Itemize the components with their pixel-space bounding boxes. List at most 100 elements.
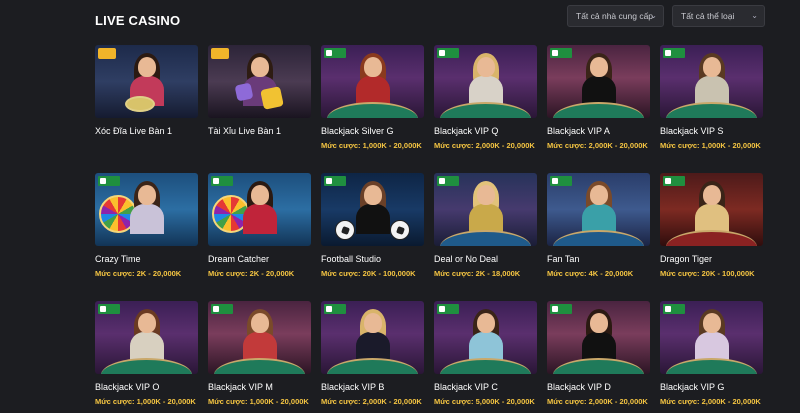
game-title[interactable]: Blackjack VIP S (660, 126, 763, 136)
game-thumbnail[interactable] (660, 301, 763, 374)
game-card[interactable]: Blackjack VIP M Mức cược: 1,000K - 20,000… (208, 301, 311, 406)
game-thumbnail[interactable] (434, 301, 537, 374)
table-felt (440, 358, 531, 374)
game-title[interactable]: Tài Xỉu Live Bàn 1 (208, 126, 311, 136)
table-felt (666, 230, 757, 246)
table-felt (327, 102, 418, 118)
game-title[interactable]: Blackjack VIP M (208, 382, 311, 392)
game-thumbnail[interactable] (547, 173, 650, 246)
game-title[interactable]: Blackjack VIP A (547, 126, 650, 136)
provider-filter-select[interactable]: Tất cả nhà cung cấp ⌄ (567, 5, 664, 27)
provider-logo-icon (663, 48, 685, 58)
dealer-head (364, 313, 382, 333)
game-thumbnail[interactable] (434, 173, 537, 246)
bet-range: Mức cược: 5,000K - 20,000K (434, 397, 535, 406)
game-card[interactable]: Crazy Time Mức cược: 2K - 20,000K (95, 173, 198, 278)
dealer-head (703, 57, 721, 77)
plate-icon (125, 96, 155, 112)
game-thumbnail[interactable] (660, 173, 763, 246)
dealer-head (703, 313, 721, 333)
provider-logo-icon (324, 304, 346, 314)
table-felt (214, 358, 305, 374)
game-thumbnail[interactable] (208, 173, 311, 246)
game-thumbnail[interactable] (95, 301, 198, 374)
game-thumbnail[interactable] (321, 173, 424, 246)
bet-range: Mức cược: 2,000K - 20,000K (547, 397, 648, 406)
game-thumbnail[interactable] (547, 45, 650, 118)
game-card[interactable]: Blackjack VIP O Mức cược: 1,000K - 20,000… (95, 301, 198, 406)
dealer-head (138, 313, 156, 333)
category-filter-select[interactable]: Tất cả thể loại ⌄ (672, 5, 765, 27)
game-card[interactable]: Blackjack VIP D Mức cược: 2,000K - 20,000… (547, 301, 650, 406)
dice-icon (234, 82, 254, 102)
game-card[interactable]: Blackjack VIP C Mức cược: 5,000K - 20,000… (434, 301, 537, 406)
game-title[interactable]: Crazy Time (95, 254, 198, 264)
page-title: LIVE CASINO (95, 13, 181, 28)
game-title[interactable]: Xóc Đĩa Live Bàn 1 (95, 126, 198, 136)
game-thumbnail[interactable] (321, 45, 424, 118)
game-title[interactable]: Blackjack VIP D (547, 382, 650, 392)
table-felt (553, 358, 644, 374)
game-title[interactable]: Blackjack VIP Q (434, 126, 537, 136)
game-card[interactable]: Deal or No Deal Mức cược: 2K - 18,000K (434, 173, 537, 278)
table-felt (440, 230, 531, 246)
game-thumbnail[interactable] (547, 301, 650, 374)
bet-range: Mức cược: 2K - 20,000K (208, 269, 295, 278)
game-thumbnail[interactable] (321, 301, 424, 374)
provider-logo-icon (550, 176, 572, 186)
provider-logo-icon (550, 304, 572, 314)
game-title[interactable]: Blackjack VIP G (660, 382, 763, 392)
game-card[interactable]: Xóc Đĩa Live Bàn 1 (95, 45, 198, 149)
game-title[interactable]: Blackjack VIP B (321, 382, 424, 392)
game-thumbnail[interactable] (208, 301, 311, 374)
table-felt (101, 358, 192, 374)
game-thumbnail[interactable] (434, 45, 537, 118)
dealer-head (138, 185, 156, 205)
game-card[interactable]: Dream Catcher Mức cược: 2K - 20,000K (208, 173, 311, 278)
bet-range: Mức cược: 1,000K - 20,000K (321, 141, 422, 150)
game-card[interactable]: Fan Tan Mức cược: 4K - 20,000K (547, 173, 650, 278)
game-title[interactable]: Fan Tan (547, 254, 650, 264)
game-title[interactable]: Dragon Tiger (660, 254, 763, 264)
hot-badge-icon (211, 48, 229, 59)
game-card[interactable]: Blackjack VIP A Mức cược: 2,000K - 20,000… (547, 45, 650, 150)
dealer-body (243, 204, 277, 234)
game-card[interactable]: Football Studio Mức cược: 20K - 100,000K (321, 173, 424, 278)
game-card[interactable]: Blackjack VIP G Mức cược: 2,000K - 20,000… (660, 301, 763, 406)
table-felt (666, 358, 757, 374)
bet-range: Mức cược: 20K - 100,000K (321, 269, 416, 278)
dealer-head (251, 313, 269, 333)
game-title[interactable]: Deal or No Deal (434, 254, 537, 264)
game-card[interactable]: Dragon Tiger Mức cược: 20K - 100,000K (660, 173, 763, 278)
game-title[interactable]: Dream Catcher (208, 254, 311, 264)
bet-range: Mức cược: 2,000K - 20,000K (434, 141, 535, 150)
game-title[interactable]: Football Studio (321, 254, 424, 264)
dealer-head (251, 185, 269, 205)
dice-icon (260, 86, 284, 110)
game-title[interactable]: Blackjack VIP C (434, 382, 537, 392)
game-thumbnail[interactable] (95, 45, 198, 118)
game-card[interactable]: Blackjack VIP S Mức cược: 1,000K - 20,000… (660, 45, 763, 150)
provider-logo-icon (211, 304, 233, 314)
game-title[interactable]: Blackjack VIP O (95, 382, 198, 392)
chevron-down-icon: ⌄ (751, 11, 758, 20)
table-felt (666, 102, 757, 118)
dealer-head (138, 57, 156, 77)
chevron-down-icon: ⌄ (650, 11, 657, 20)
bet-range: Mức cược: 2,000K - 20,000K (547, 141, 648, 150)
game-thumbnail[interactable] (208, 45, 311, 118)
category-filter-label: Tất cả thể loại (681, 11, 735, 21)
game-card[interactable]: Blackjack VIP Q Mức cược: 2,000K - 20,000… (434, 45, 537, 150)
game-card[interactable]: Tài Xỉu Live Bàn 1 (208, 45, 311, 149)
game-card[interactable]: Blackjack Silver G Mức cược: 1,000K - 20,… (321, 45, 424, 150)
game-grid: Xóc Đĩa Live Bàn 1 Tài Xỉu Live Bàn 1 Blac… (95, 45, 765, 406)
provider-logo-icon (437, 48, 459, 58)
game-title[interactable]: Blackjack Silver G (321, 126, 424, 136)
bet-range: Mức cược: 2,000K - 20,000K (660, 397, 761, 406)
game-thumbnail[interactable] (660, 45, 763, 118)
provider-logo-icon (550, 48, 572, 58)
game-card[interactable]: Blackjack VIP B Mức cược: 2,000K - 20,000… (321, 301, 424, 406)
table-felt (553, 230, 644, 246)
provider-logo-icon (663, 176, 685, 186)
game-thumbnail[interactable] (95, 173, 198, 246)
